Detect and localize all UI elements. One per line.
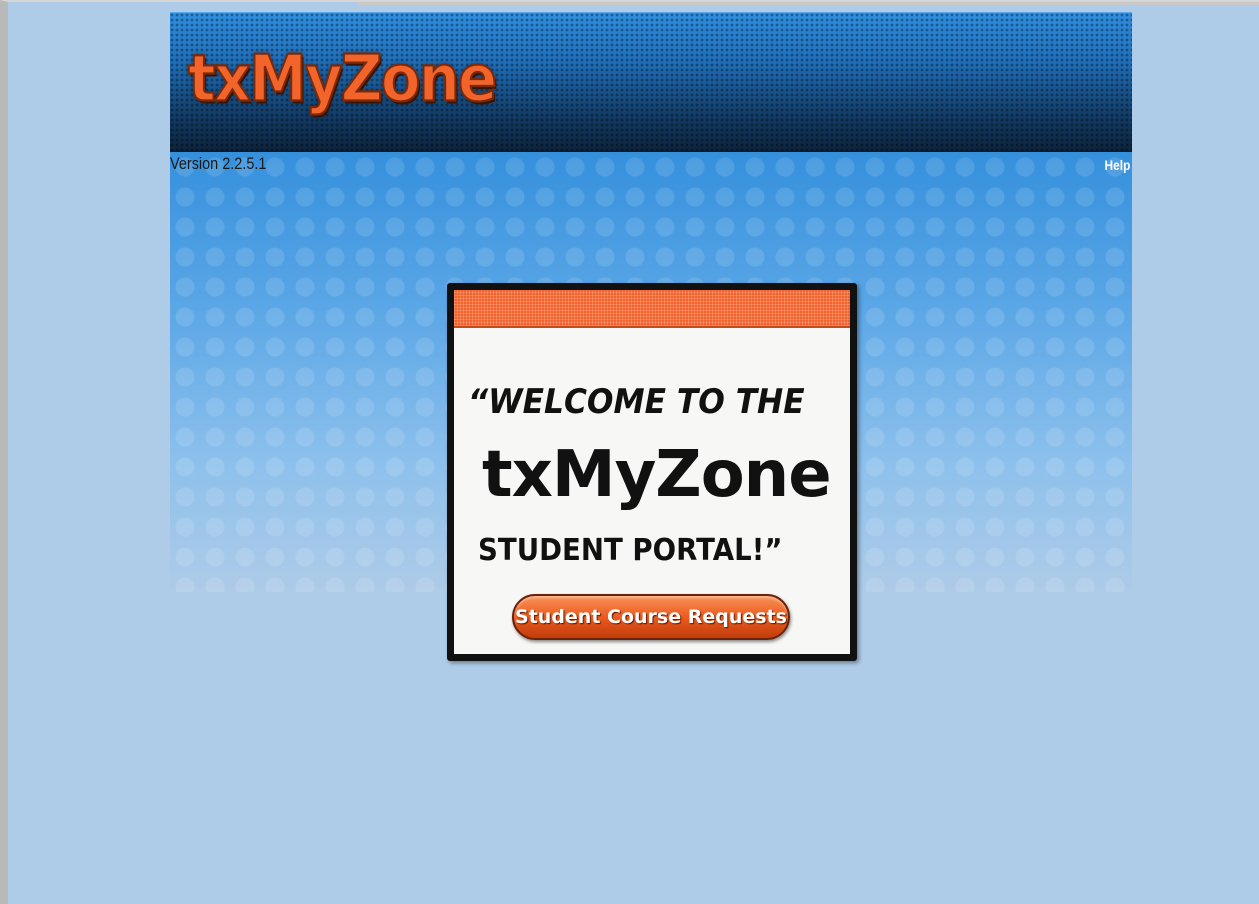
site-container: txMyZone Version 2.2.5.1 Help “WELCOME T… [170,12,1132,661]
viewport-top-edge [358,2,1259,5]
site-logo: txMyZone [187,40,498,117]
welcome-heading-line3: STUDENT PORTAL!” [478,533,783,568]
welcome-heading-brand: txMyZone [482,438,832,512]
welcome-card: “WELCOME TO THE txMyZone STUDENT PORTAL!… [447,283,857,661]
browser-viewport: txMyZone Version 2.2.5.1 Help “WELCOME T… [0,0,1259,904]
card-header-bar [454,290,850,328]
welcome-heading-line1: “WELCOME TO THE [468,382,805,422]
header-banner: txMyZone [170,12,1132,153]
welcome-card-body: “WELCOME TO THE txMyZone STUDENT PORTAL!… [454,290,850,654]
version-label: Version 2.2.5.1 [170,154,267,173]
student-course-requests-button[interactable]: Student Course Requests [512,594,790,640]
help-link[interactable]: Help [1104,157,1130,173]
